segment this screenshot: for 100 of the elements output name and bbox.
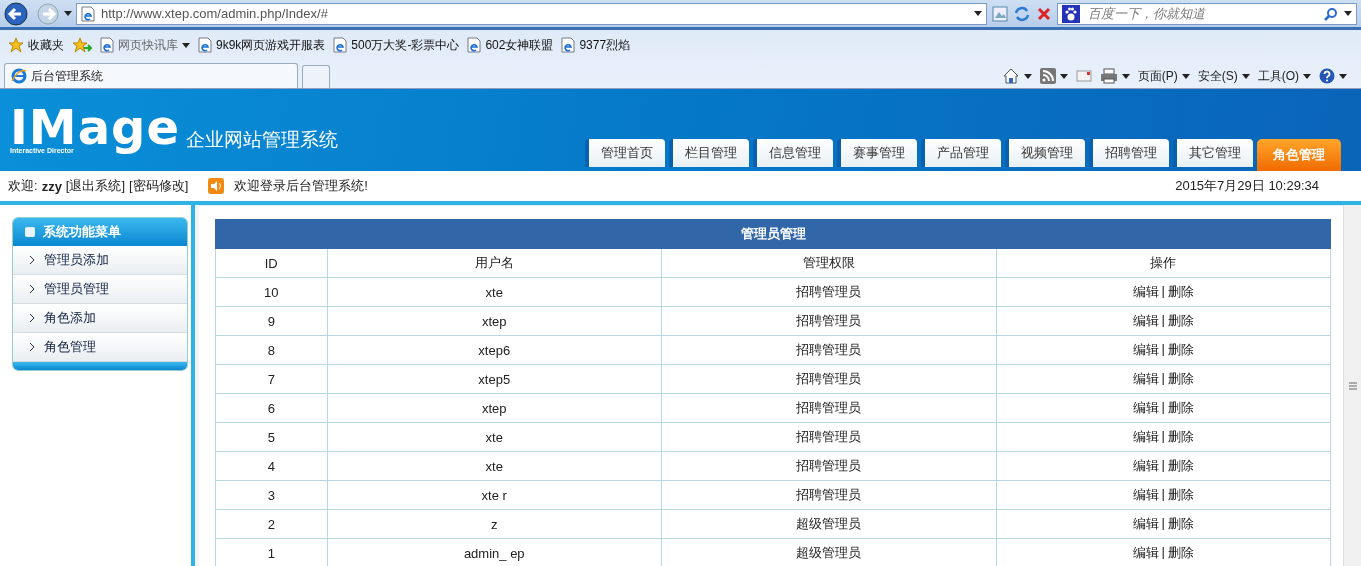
bookmark-link[interactable]: 9k9k网页游戏开服表 xyxy=(198,36,326,54)
caret-icon[interactable] xyxy=(1059,73,1068,79)
username-cell: xtep xyxy=(327,393,662,423)
account-link[interactable]: [退出系统] xyxy=(65,177,126,195)
add-favorite-icon[interactable] xyxy=(72,37,92,53)
search-bar[interactable]: 百度一下，你就知道 xyxy=(1057,2,1357,25)
separator: | xyxy=(1161,283,1165,300)
ie-logo-icon xyxy=(11,68,27,84)
caret-icon[interactable] xyxy=(1344,11,1352,16)
role-cell: 招聘管理员 xyxy=(661,422,996,452)
nav-tab[interactable]: 产品管理 xyxy=(921,139,1001,167)
action-link[interactable]: 删除 xyxy=(1167,399,1194,417)
action-link[interactable]: 编辑 xyxy=(1132,341,1159,359)
caret-icon[interactable] xyxy=(974,11,982,16)
action-link[interactable]: 删除 xyxy=(1167,544,1194,562)
action-link[interactable]: 编辑 xyxy=(1132,544,1159,562)
username-cell: xte xyxy=(327,422,662,452)
sidebar-item[interactable]: 管理员添加 xyxy=(13,246,187,275)
sidebar-item[interactable]: 管理员管理 xyxy=(13,275,187,304)
caret-icon[interactable] xyxy=(1023,73,1032,79)
scrollbar[interactable] xyxy=(1343,205,1361,566)
action-link[interactable]: 编辑 xyxy=(1132,457,1159,475)
action-link[interactable]: 编辑 xyxy=(1132,486,1159,504)
separator: | xyxy=(1161,544,1165,561)
action-link[interactable]: 编辑 xyxy=(1132,283,1159,301)
action-link[interactable]: 删除 xyxy=(1167,428,1194,446)
nav-tab[interactable]: 管理首页 xyxy=(585,139,665,167)
action-link[interactable]: 删除 xyxy=(1167,283,1194,301)
speaker-icon xyxy=(208,178,225,194)
role-cell: 招聘管理员 xyxy=(661,335,996,365)
id-cell: 1 xyxy=(215,538,327,566)
action-link[interactable]: 编辑 xyxy=(1132,399,1159,417)
action-link[interactable]: 删除 xyxy=(1167,515,1194,533)
role-cell: 招聘管理员 xyxy=(661,480,996,510)
bookmark-link[interactable]: 网页快讯库 xyxy=(100,36,190,54)
id-cell: 5 xyxy=(215,422,327,452)
action-link[interactable]: 编辑 xyxy=(1132,515,1159,533)
command-menu[interactable]: 安全(S) xyxy=(1197,67,1250,85)
action-link[interactable]: 删除 xyxy=(1167,341,1194,359)
action-link[interactable]: 编辑 xyxy=(1132,370,1159,388)
menu-bullet-icon xyxy=(25,227,35,237)
id-cell: 2 xyxy=(215,509,327,539)
table-title: 管理员管理 xyxy=(215,219,1331,249)
search-icon[interactable] xyxy=(1324,6,1338,21)
separator: | xyxy=(1161,457,1165,474)
nav-tab[interactable]: 信息管理 xyxy=(753,139,833,167)
address-bar[interactable]: http://www.xtep.com/admin.php/Index/# xyxy=(76,2,987,25)
username-cell: xtep5 xyxy=(327,364,662,394)
caret-icon[interactable] xyxy=(1241,73,1250,79)
nav-tab[interactable]: 赛事管理 xyxy=(837,139,917,167)
action-link[interactable]: 编辑 xyxy=(1132,312,1159,330)
favorites-button[interactable]: 收藏夹 xyxy=(8,36,64,54)
action-link[interactable]: 删除 xyxy=(1167,370,1194,388)
id-cell: 3 xyxy=(215,480,327,510)
action-link[interactable]: 删除 xyxy=(1167,486,1194,504)
chevron-icon xyxy=(29,256,34,264)
nav-tab[interactable]: 其它管理 xyxy=(1173,139,1253,167)
id-cell: 4 xyxy=(215,451,327,481)
bookmark-link[interactable]: 9377烈焰 xyxy=(561,36,631,54)
separator: | xyxy=(1161,399,1165,416)
role-cell: 招聘管理员 xyxy=(661,451,996,481)
home-icon[interactable] xyxy=(1001,67,1020,85)
print-icon[interactable] xyxy=(1099,68,1118,84)
mail-icon[interactable] xyxy=(1075,70,1092,82)
column-header: 操作 xyxy=(996,248,1331,278)
action-link[interactable]: 删除 xyxy=(1167,312,1194,330)
sidebar-item[interactable]: 角色添加 xyxy=(13,304,187,333)
refresh-icon[interactable] xyxy=(1013,4,1031,23)
chevron-icon xyxy=(29,314,34,322)
separator: | xyxy=(1161,312,1165,329)
ie-page-icon xyxy=(100,37,114,53)
nav-tab[interactable]: 栏目管理 xyxy=(669,139,749,167)
sidebar-item[interactable]: 角色管理 xyxy=(13,333,187,362)
role-cell: 招聘管理员 xyxy=(661,364,996,394)
help-icon[interactable] xyxy=(1319,68,1335,84)
bookmark-link[interactable]: 602女神联盟 xyxy=(467,36,554,54)
star-icon xyxy=(8,37,24,53)
username-cell: z xyxy=(327,509,662,539)
scroll-grip-icon[interactable] xyxy=(1348,381,1357,390)
ie-page-icon xyxy=(333,37,348,53)
caret-icon[interactable] xyxy=(182,42,190,48)
search-input[interactable]: 百度一下，你就知道 xyxy=(1086,5,1318,22)
action-link[interactable]: 删除 xyxy=(1167,457,1194,475)
nav-tab[interactable]: 招聘管理 xyxy=(1089,139,1169,167)
caret-icon[interactable] xyxy=(1181,73,1190,79)
bookmark-link[interactable]: 500万大奖-彩票中心 xyxy=(333,36,460,54)
caret-icon[interactable] xyxy=(1339,73,1347,79)
nav-tab[interactable]: 视频管理 xyxy=(1005,139,1085,167)
account-link[interactable]: [密码修改] xyxy=(129,177,189,195)
command-menu[interactable]: 页面(P) xyxy=(1137,67,1190,85)
role-cell: 招聘管理员 xyxy=(661,393,996,423)
browser-tab[interactable]: 后台管理系统 xyxy=(4,63,298,88)
username: zzy xyxy=(41,178,62,194)
action-link[interactable]: 编辑 xyxy=(1132,428,1159,446)
caret-icon[interactable] xyxy=(1121,73,1130,79)
caret-icon[interactable] xyxy=(1303,73,1311,79)
rss-icon[interactable] xyxy=(1039,68,1056,84)
system-name: 企业网站管理系统 xyxy=(185,128,338,152)
command-menu[interactable]: 工具(O) xyxy=(1257,67,1311,85)
dropdown-caret-icon[interactable] xyxy=(64,11,72,16)
